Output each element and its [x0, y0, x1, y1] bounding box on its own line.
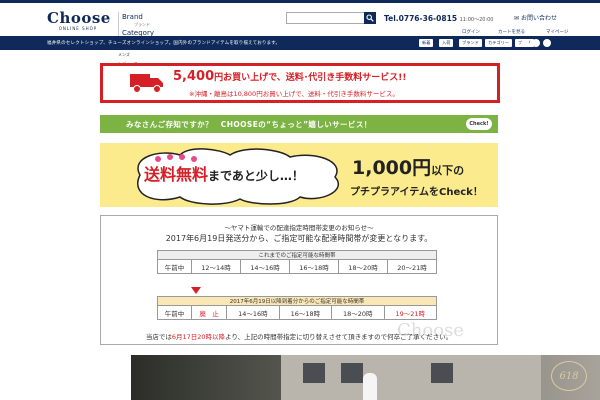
dropdown-item[interactable]: メンズ	[118, 50, 142, 59]
tel-text: Tel.0776-36-0815	[384, 14, 458, 23]
table-cell-changed: 19～21時	[383, 305, 437, 320]
table-cell: 18～20時	[331, 305, 385, 320]
table-cell: 18～20時	[338, 259, 388, 274]
under-price-amount: 1,000円	[352, 157, 432, 179]
table-cell-abolished: 廃 止	[190, 305, 228, 320]
window-graphic	[341, 363, 363, 383]
brand-category-nav: Brand ブランド Category	[118, 12, 154, 38]
table-cell: 16～18時	[289, 259, 339, 274]
free-shipping-red: 送料無料	[144, 165, 209, 184]
shipping-subtext: ※沖縄・離島は10,800円お買い上げで、送料・代引き手数料サービス。	[189, 90, 399, 98]
tel-hours: 11:00～20:00	[459, 17, 494, 23]
main-navbar: 福井県のセレクトショップ、チューズオンラインショップ。国内外のブランドアイテムを…	[0, 36, 600, 50]
nav-button-new[interactable]: 新着	[419, 39, 434, 47]
facebook-icon[interactable]	[521, 39, 529, 47]
shipping-headline: 5,400円お買い上げで、送料･代引き手数料サービス!!	[173, 69, 406, 84]
table-cell: 14～16時	[240, 259, 290, 274]
contact-link[interactable]: ✉ お問い合わせ	[514, 13, 557, 22]
utility-link-login[interactable]: ログイン	[462, 29, 480, 35]
footer-pre: 当店では	[145, 333, 172, 341]
top-bar: Choose ONLINE SHOP Brand ブランド Category T…	[0, 0, 600, 38]
instagram-icon[interactable]	[532, 39, 540, 47]
old-time-slots-table: これまでのご指定可能な時間帯 午前中 12～14時 14～16時 16～18時 …	[157, 250, 437, 274]
under-price-text: 1,000円以下の	[352, 153, 464, 180]
free-shipping-rest: まであと少し…！	[208, 169, 304, 183]
table-cell: 16～18時	[278, 305, 333, 320]
site-logo[interactable]: Choose ONLINE SHOP	[47, 9, 111, 32]
down-arrow-icon	[191, 287, 201, 294]
service-banner-text: みなさんご存知ですか？ CHOOSEの“ちょっと”嬉しいサービス！	[126, 120, 372, 129]
line-icon[interactable]	[543, 39, 551, 47]
notice-footer-wrap: 当店では6月17日20時以降より、上記の時間帯指定に切り替えさせて頂きますので何…	[100, 215, 498, 341]
table-cell: 午前中	[157, 305, 192, 320]
truck-icon	[130, 74, 163, 93]
utility-link-mypage[interactable]: マイページ	[546, 29, 568, 35]
petit-price-check-text: プチプラアイテムをCheck！	[350, 187, 483, 198]
search-button[interactable]	[364, 12, 376, 24]
search-input[interactable]	[286, 12, 376, 24]
new-time-slots-table: 2017年6月19日以降到着分からのご指定可能な時間帯 午前中 廃 止 14～1…	[157, 296, 437, 320]
petit-price-banner[interactable]: 送料無料まであと少し…！ 1,000円以下の プチプラアイテムをCheck！	[100, 143, 498, 207]
footer-red: 6月17日20時以降	[171, 333, 226, 341]
new-table-header: 2017年6月19日以降到着分からのご指定可能な時間帯	[157, 296, 437, 306]
notice-footer: 当店では6月17日20時以降より、上記の時間帯指定に切り替えさせて頂きますので何…	[100, 331, 498, 341]
shipping-headline-text: 円お買い上げで、送料･代引き手数料サービス!!	[214, 73, 407, 83]
logo-main-text: Choose	[47, 9, 111, 27]
free-shipping-banner[interactable]: 5,400円お買い上げで、送料･代引き手数料サービス!! ※沖縄・離島は10,8…	[100, 63, 500, 103]
shop-sign: 618	[551, 361, 587, 391]
utility-link-cart[interactable]: カートを見る	[498, 29, 525, 35]
window-graphic	[431, 363, 453, 383]
hero-photo: 618	[131, 355, 600, 400]
table-cell: 14～16時	[226, 305, 280, 320]
under-price-suffix: 以下の	[431, 164, 465, 177]
contact-label: お問い合わせ	[520, 15, 557, 22]
brand-link[interactable]: Brand	[122, 12, 154, 22]
table-cell: 20～21時	[387, 259, 437, 274]
old-table-header: これまでのご指定可能な時間帯	[157, 250, 437, 260]
service-check-button[interactable]: Check!	[466, 118, 492, 130]
shipping-amount: 5,400	[173, 69, 215, 84]
navbar-tagline: 福井県のセレクトショップ、チューズオンラインショップ。国内外のブランドアイテムを…	[47, 41, 281, 46]
nav-button-category[interactable]: カテゴリー	[485, 39, 512, 47]
person-graphic	[363, 373, 377, 400]
footer-post: より、上記の時間帯指定に切り替えさせて頂きますので何卒ご了承ください。	[225, 333, 453, 341]
mail-icon: ✉	[514, 15, 520, 22]
nav-button-arrival[interactable]: 入荷	[439, 39, 454, 47]
table-cell: 12～14時	[191, 259, 241, 274]
window-graphic	[303, 363, 325, 383]
nav-button-brand[interactable]: ブランド	[459, 39, 482, 47]
tel-number: Tel.0776-36-0815 11:00～20:00	[384, 14, 494, 23]
search-icon	[366, 14, 374, 22]
service-banner[interactable]: みなさんご存知ですか？ CHOOSEの“ちょっと”嬉しいサービス！ Check!	[100, 115, 498, 133]
free-shipping-soon-text: 送料無料まであと少し…！	[144, 161, 304, 185]
table-cell: 午前中	[157, 259, 192, 274]
